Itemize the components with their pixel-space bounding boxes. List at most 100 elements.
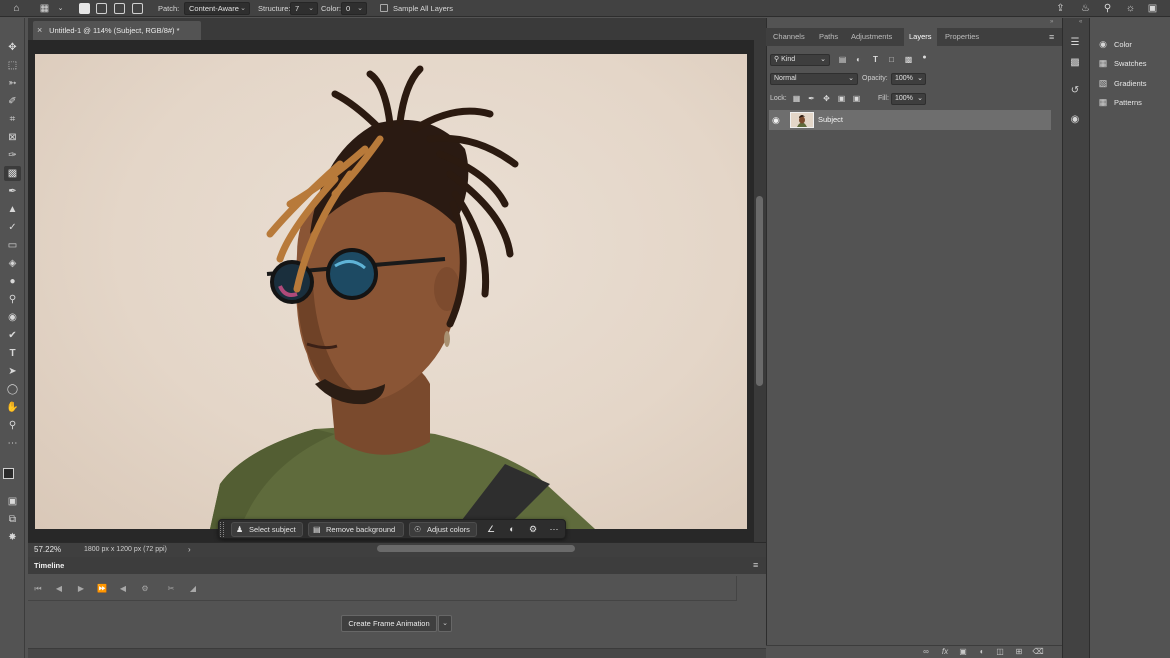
bell-icon[interactable]: ♨ xyxy=(1079,2,1092,15)
brush-settings-icon[interactable]: ◉ xyxy=(1067,112,1083,128)
panel-gradients[interactable]: ▧ Gradients xyxy=(1097,76,1147,90)
burn-tool-icon[interactable]: ◉ xyxy=(4,310,21,325)
hand-tool-icon[interactable]: ✋ xyxy=(4,400,21,415)
transition-icon[interactable]: ◢ xyxy=(186,582,200,595)
subtract-selection-icon[interactable] xyxy=(114,3,125,14)
patch-tool-icon[interactable]: ▩ xyxy=(4,166,21,181)
eye-icon[interactable]: ◉ xyxy=(772,110,780,130)
split-scissors-icon[interactable]: ✂ xyxy=(164,582,178,595)
document-tab[interactable]: × Untitled-1 @ 114% (Subject, RGB/8#) * xyxy=(33,21,201,40)
audio-icon[interactable]: ◀ xyxy=(116,582,130,595)
settings-icon[interactable]: ⚙ xyxy=(138,582,152,595)
paint-bucket-tool-icon[interactable]: ◈ xyxy=(4,256,21,271)
add-mask-icon[interactable]: ▣ xyxy=(957,646,969,657)
eyedropper-tool-icon[interactable]: ✑ xyxy=(4,148,21,163)
properties-icon[interactable]: ☰ xyxy=(1067,35,1083,51)
patch-mode-select[interactable]: Content-Aware ⌄ xyxy=(184,2,250,15)
patch-tool-preset-icon[interactable]: ▦ xyxy=(38,2,51,15)
more-tools-icon[interactable]: ⋯ xyxy=(4,436,21,451)
remove-background-button[interactable]: ▤ Remove background xyxy=(308,522,404,537)
panel-color[interactable]: ◉ Color xyxy=(1097,37,1132,51)
horizontal-scrollbar-thumb[interactable] xyxy=(377,545,575,552)
select-subject-button[interactable]: ♟ Select subject xyxy=(231,522,303,537)
canvas-image[interactable] xyxy=(35,54,747,529)
blur-tool-icon[interactable]: ● xyxy=(4,274,21,289)
pen-tool-icon[interactable]: ✔ xyxy=(4,328,21,343)
adjust-colors-button[interactable]: ☉ Adjust colors xyxy=(409,522,477,537)
lock-all-icon[interactable]: ▣ xyxy=(851,93,862,105)
share-icon[interactable]: ⇪ xyxy=(1054,2,1067,15)
history-brush-tool-icon[interactable]: ✓ xyxy=(4,220,21,235)
tab-properties[interactable]: Properties xyxy=(945,28,979,46)
new-group-icon[interactable]: ◫ xyxy=(994,646,1006,657)
adjustment-layer-icon[interactable]: ⚙ xyxy=(525,522,541,537)
zoom-tool-icon[interactable]: ⚲ xyxy=(4,418,21,433)
opacity-input[interactable]: 100% ⌄ xyxy=(891,73,926,85)
sample-all-layers-checkbox[interactable] xyxy=(380,4,388,12)
move-tool-icon[interactable]: ✥ xyxy=(4,40,21,55)
filter-type-icon[interactable]: T xyxy=(870,54,881,66)
panel-patterns[interactable]: ▦ Patterns xyxy=(1097,95,1142,109)
foreground-color-swatch[interactable] xyxy=(3,468,14,479)
lock-artboard-icon[interactable]: ▣ xyxy=(836,93,847,105)
filter-shape-icon[interactable]: □ xyxy=(886,54,897,66)
new-layer-icon[interactable]: ⊞ xyxy=(1013,646,1025,657)
collapse-icon[interactable]: » xyxy=(1050,19,1053,25)
zoom-level[interactable]: 57.22% xyxy=(34,543,61,557)
timeline-title[interactable]: Timeline xyxy=(34,557,64,574)
chevron-right-icon[interactable]: › xyxy=(188,543,191,557)
crop-tool-icon[interactable]: ⌗ xyxy=(4,112,21,127)
panel-swatches[interactable]: ▦ Swatches xyxy=(1097,56,1147,70)
vertical-scrollbar-thumb[interactable] xyxy=(756,196,763,386)
go-to-first-frame-icon[interactable]: ⏮ xyxy=(31,582,45,595)
generative-icon[interactable]: ✸ xyxy=(4,530,21,545)
dodge-tool-icon[interactable]: ⚲ xyxy=(4,292,21,307)
lock-position-icon[interactable]: ✥ xyxy=(821,93,832,105)
new-adjustment-icon[interactable]: ◐ xyxy=(976,646,988,657)
drag-handle-icon[interactable] xyxy=(220,522,224,537)
close-icon[interactable]: × xyxy=(37,21,47,40)
eraser-tool-icon[interactable]: ▭ xyxy=(4,238,21,253)
filter-smart-object-icon[interactable]: ▩ xyxy=(903,54,914,66)
layer-filter-select[interactable]: ⚲ Kind ⌄ xyxy=(770,54,830,66)
filter-pixel-icon[interactable]: ▤ xyxy=(837,54,848,66)
fill-input[interactable]: 100% ⌄ xyxy=(891,93,926,105)
more-options-icon[interactable]: ⋯ xyxy=(546,522,562,537)
structure-input[interactable]: 7 ⌄ xyxy=(290,2,318,15)
transform-icon[interactable]: ∠ xyxy=(483,522,499,537)
create-frame-animation-button[interactable]: Create Frame Animation xyxy=(341,615,437,632)
color-input[interactable]: 0 ⌄ xyxy=(341,2,367,15)
home-icon[interactable]: ⌂ xyxy=(10,2,23,15)
lock-transparent-icon[interactable]: ▦ xyxy=(791,93,802,105)
libraries-icon[interactable]: ▩ xyxy=(1067,55,1083,71)
trash-icon[interactable]: ⌫ xyxy=(1032,646,1044,657)
brush-tool-icon[interactable]: ✒ xyxy=(4,184,21,199)
play-icon[interactable]: ▶ xyxy=(74,582,88,595)
previous-frame-icon[interactable]: ◀ xyxy=(52,582,66,595)
search-icon[interactable]: ⚲ xyxy=(1101,2,1114,15)
intersect-selection-icon[interactable] xyxy=(132,3,143,14)
next-frame-icon[interactable]: ⏩ xyxy=(95,582,109,595)
tab-layers[interactable]: Layers xyxy=(904,28,937,46)
screen-mode-icon[interactable]: ⧉ xyxy=(4,512,21,527)
lightbulb-icon[interactable]: ☼ xyxy=(1124,2,1137,15)
lasso-tool-icon[interactable]: ➳ xyxy=(4,76,21,91)
collapse-icon[interactable]: « xyxy=(1079,19,1082,25)
filter-adjustment-icon[interactable]: ◐ xyxy=(853,54,864,66)
workspace-icon[interactable]: ▣ xyxy=(1146,2,1159,15)
tab-paths[interactable]: Paths xyxy=(819,28,838,46)
path-selection-tool-icon[interactable]: ➤ xyxy=(4,364,21,379)
add-selection-icon[interactable] xyxy=(96,3,107,14)
history-icon[interactable]: ↺ xyxy=(1067,83,1083,99)
tab-channels[interactable]: Channels xyxy=(773,28,805,46)
ellipse-tool-icon[interactable]: ◯ xyxy=(4,382,21,397)
chevron-down-icon[interactable]: ⌄ xyxy=(438,615,452,632)
chevron-down-icon[interactable]: ⌄ xyxy=(54,2,67,15)
blend-mode-select[interactable]: Normal ⌄ xyxy=(770,73,858,85)
filter-toggle-icon[interactable]: ● xyxy=(919,52,930,64)
clone-stamp-tool-icon[interactable]: ▲ xyxy=(4,202,21,217)
lock-image-icon[interactable]: ✒ xyxy=(806,93,817,105)
mask-icon[interactable]: ◐ xyxy=(504,522,520,537)
fx-icon[interactable]: fx xyxy=(939,646,951,657)
panel-menu-icon[interactable]: ≡ xyxy=(1049,28,1054,46)
